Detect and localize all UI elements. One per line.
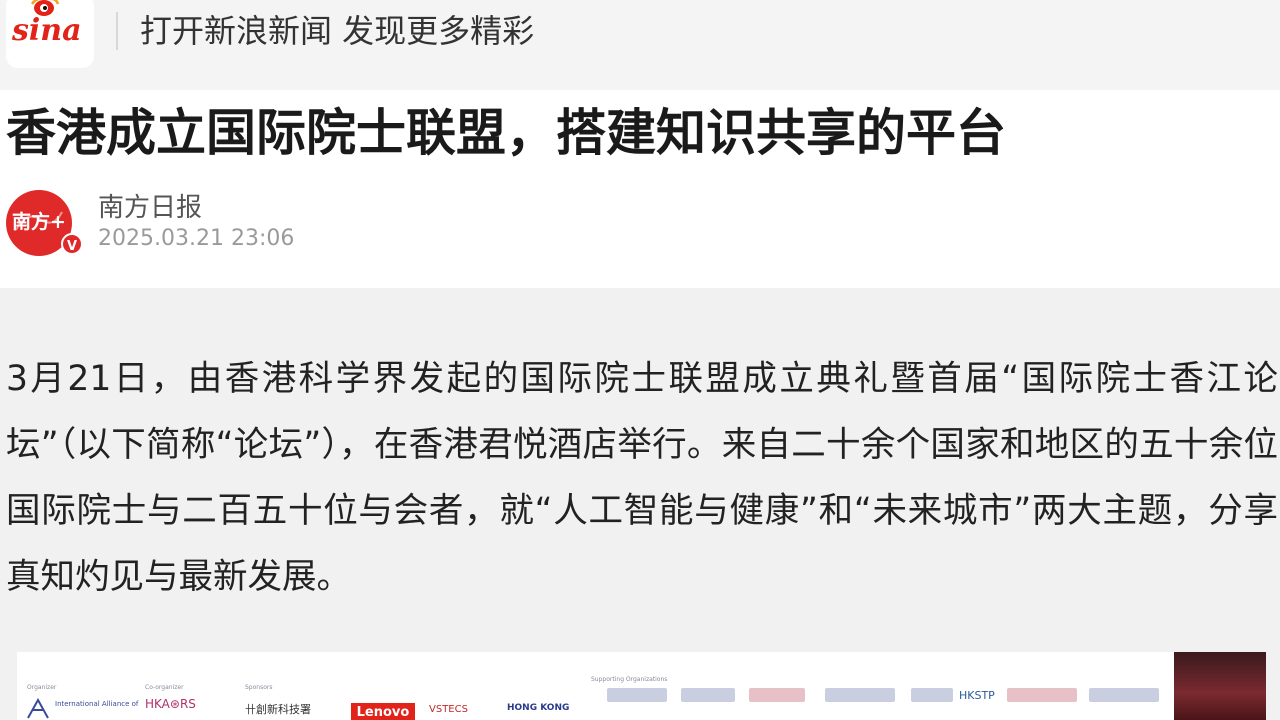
photo-org-lenovo: Lenovo bbox=[351, 703, 415, 720]
photo-org-sponsor1: 卄創新科技署 bbox=[245, 703, 311, 716]
photo-label-sponsors: Sponsors bbox=[245, 684, 273, 691]
source-name[interactable]: 南方日报 bbox=[98, 190, 202, 226]
sina-eye-icon: sina bbox=[11, 0, 82, 48]
publish-time: 2025.03.21 23:06 bbox=[98, 226, 295, 251]
app-banner[interactable]: sina 打开新浪新闻 发现更多精彩 bbox=[0, 0, 1280, 90]
svg-text:V: V bbox=[67, 239, 77, 254]
source-avatar[interactable]: 南方+ V bbox=[6, 190, 82, 256]
photo-org-hongkong: HONG KONG bbox=[507, 703, 570, 713]
article-body: 3月21日，由香港科学界发起的国际院士联盟成立典礼暨首届“国际院士香江论坛”（以… bbox=[0, 288, 1280, 720]
photo-org-hkaors: HKA⊛RS bbox=[145, 697, 196, 711]
article-paragraph: 3月21日，由香港科学界发起的国际院士联盟成立典礼暨首届“国际院士香江论坛”（以… bbox=[6, 359, 1278, 597]
supporting-logo bbox=[1089, 688, 1159, 702]
supporting-logo bbox=[825, 688, 895, 702]
alliance-logo-icon bbox=[27, 698, 49, 719]
avatar-text: 南方+ bbox=[12, 210, 66, 233]
photo-label-supporting: Supporting Organizations bbox=[591, 676, 668, 683]
supporting-logo bbox=[749, 688, 805, 702]
photo-stage-backdrop bbox=[1174, 652, 1266, 720]
supporting-logo bbox=[911, 688, 953, 702]
photo-org-alliance: International Alliance of bbox=[55, 700, 139, 708]
banner-slogan[interactable]: 打开新浪新闻 发现更多精彩 bbox=[140, 9, 534, 53]
photo-org-hkstp: HKSTP bbox=[959, 689, 995, 702]
banner-divider bbox=[116, 12, 118, 50]
article-title: 香港成立国际院士联盟，搭建知识共享的平台 bbox=[6, 104, 1006, 162]
sina-logo: sina bbox=[6, 0, 94, 68]
supporting-logo bbox=[1007, 688, 1077, 702]
article-photo[interactable]: Organizer Co-organizer Sponsors Supporti… bbox=[17, 652, 1266, 720]
photo-org-vstecs: VSTECS bbox=[429, 704, 468, 715]
photo-label-coorganizer: Co-organizer bbox=[145, 684, 184, 691]
sina-wordmark: sina bbox=[11, 13, 82, 48]
supporting-logo bbox=[681, 688, 735, 702]
supporting-logo bbox=[607, 688, 667, 702]
photo-label-organizer: Organizer bbox=[27, 684, 57, 691]
